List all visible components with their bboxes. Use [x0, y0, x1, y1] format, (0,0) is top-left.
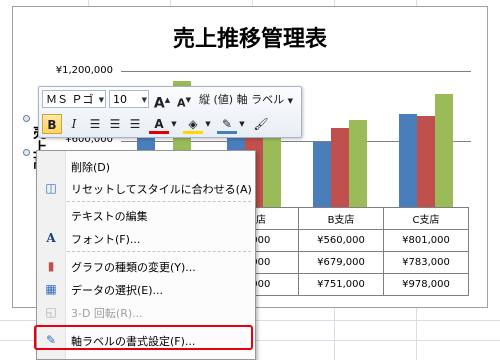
align-right-icon[interactable]: ☰ — [125, 114, 145, 134]
grow-font-button[interactable]: A▲ — [152, 90, 172, 112]
menu-item-label: フォント(F)... — [71, 233, 141, 246]
plot-gridline — [121, 71, 471, 72]
bar-c-series3[interactable] — [435, 94, 453, 207]
menu-item-label: データの選択(E)... — [71, 284, 164, 297]
table-cell: ¥560,000 — [298, 229, 384, 252]
font-color-button[interactable]: A — [149, 114, 169, 134]
chevron-down-icon[interactable]: ▼ — [237, 114, 247, 134]
bar-c-series1[interactable] — [399, 114, 417, 207]
menu-separator — [67, 201, 251, 202]
menu-item-select-data[interactable]: ▦ データの選択(E)... — [37, 278, 255, 300]
outline-color-icon[interactable]: ✎ — [217, 114, 237, 134]
table-header-cell: B支店 — [298, 207, 384, 230]
menu-item-3d-rotation: ◱ 3-D 回転(R)... — [37, 301, 255, 323]
rotate-3d-icon: ◱ — [45, 305, 57, 319]
menu-separator — [67, 251, 251, 252]
table-cell: ¥801,000 — [383, 229, 469, 252]
font-size-value: 10 — [113, 93, 127, 106]
select-data-icon: ▦ — [45, 282, 57, 296]
bar-b-series3[interactable] — [349, 120, 367, 207]
menu-item-delete[interactable]: 削除(D) — [37, 155, 255, 177]
selection-handle[interactable] — [23, 115, 30, 122]
bar-b-series2[interactable] — [331, 128, 349, 207]
menu-item-label: テキストの編集 — [71, 210, 148, 223]
menu-item-font[interactable]: A フォント(F)... — [37, 227, 255, 249]
chevron-down-icon[interactable]: ▼ — [169, 114, 179, 134]
reset-style-icon: ◫ — [45, 181, 57, 195]
menu-item-label: 削除(D) — [71, 161, 111, 174]
format-painter-icon[interactable]: 🖌 — [251, 114, 271, 134]
font-name-value: ＭＳ Ｐゴ — [46, 93, 94, 106]
chevron-down-icon: ▼ — [141, 96, 147, 104]
align-left-icon[interactable]: ☰ — [85, 114, 105, 134]
highlight-annotation — [34, 325, 253, 350]
bold-button[interactable]: B — [42, 114, 62, 134]
chevron-down-icon[interactable]: ▼ — [203, 114, 213, 134]
chevron-down-icon: ▼ — [98, 96, 104, 104]
menu-item-label: リセットしてスタイルに合わせる(A) — [71, 183, 252, 196]
italic-button[interactable]: I — [64, 114, 84, 134]
table-cell: ¥751,000 — [298, 273, 384, 296]
menu-item-edit-text[interactable]: テキストの編集 — [37, 204, 255, 226]
align-center-icon[interactable]: ☰ — [105, 114, 125, 134]
bar-c-series2[interactable] — [417, 116, 435, 207]
shrink-font-icon: A — [177, 96, 186, 110]
grow-font-icon: A — [153, 95, 165, 112]
shrink-font-button[interactable]: A▼ — [174, 90, 194, 110]
menu-item-label: 3-D 回転(R)... — [71, 307, 143, 320]
table-cell: ¥679,000 — [298, 251, 384, 274]
menu-item-label: グラフの種類の変更(Y)... — [71, 261, 196, 274]
chart-type-icon: ▮ — [47, 259, 55, 273]
font-size-select[interactable]: 10 ▼ — [109, 90, 149, 108]
menu-item-change-chart-type[interactable]: ▮ グラフの種類の変更(Y)... — [37, 255, 255, 277]
chart-title[interactable]: 売上推移管理表 — [13, 21, 487, 53]
table-cell: ¥783,000 — [383, 251, 469, 274]
table-header-cell: C支店 — [383, 207, 469, 230]
selection-handle[interactable] — [23, 149, 30, 156]
chevron-down-icon: ▼ — [287, 97, 293, 105]
mini-toolbar: ＭＳ Ｐゴ ▼ 10 ▼ A▲ A▼ 縦 (値) 軸 ラベル ▼ B I ☰ ☰… — [38, 86, 302, 138]
menu-item-reset-style[interactable]: ◫ リセットしてスタイルに合わせる(A) — [37, 177, 255, 199]
font-icon: A — [46, 231, 56, 245]
fill-color-icon[interactable]: ◈ — [183, 114, 203, 134]
y-tick-label: ¥1,200,000 — [55, 65, 113, 76]
axis-element-label: 縦 (値) 軸 ラベル — [199, 93, 285, 106]
bar-b-series1[interactable] — [313, 142, 331, 207]
font-name-select[interactable]: ＭＳ Ｐゴ ▼ — [42, 90, 106, 108]
table-cell: ¥978,000 — [383, 273, 469, 296]
axis-element-select[interactable]: 縦 (値) 軸 ラベル ▼ — [199, 91, 293, 107]
